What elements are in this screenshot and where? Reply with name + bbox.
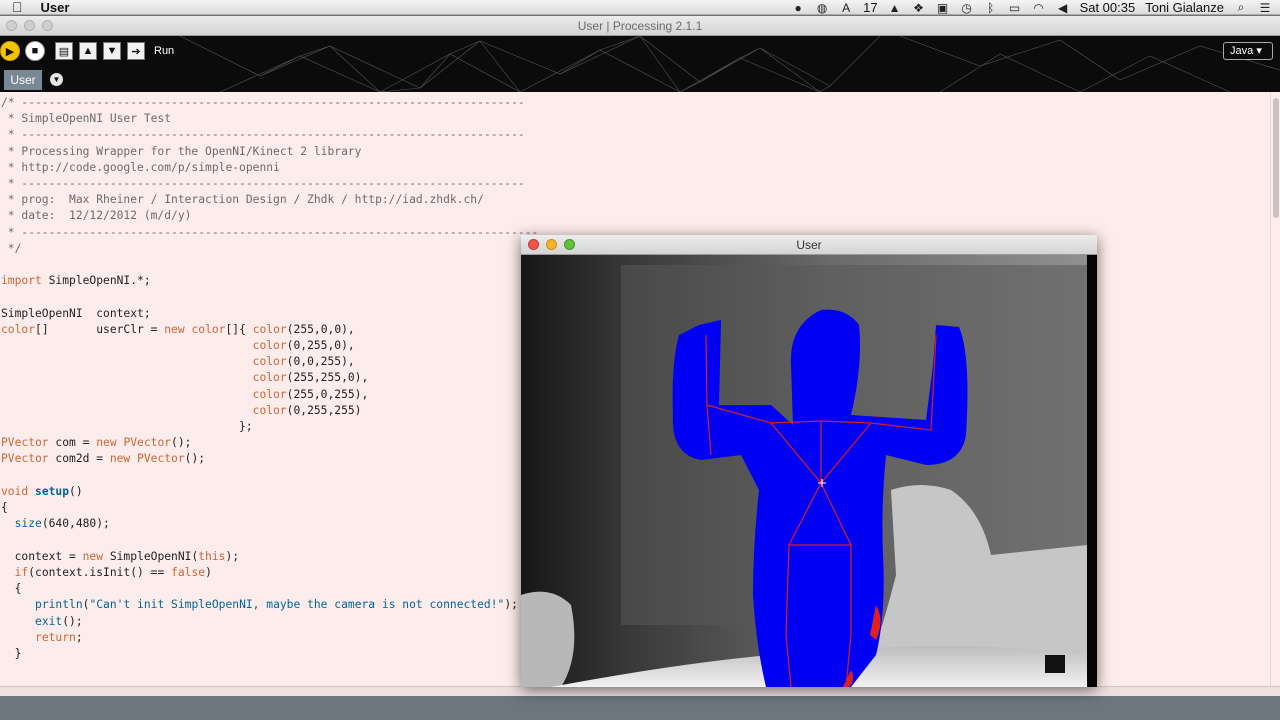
adobe-icon[interactable]: A <box>839 1 853 15</box>
time-machine-icon[interactable]: ◷ <box>960 1 974 15</box>
sketch-minimize-button[interactable] <box>546 239 557 250</box>
code-line: { <box>1 501 8 515</box>
code-line: * --------------------------------------… <box>1 177 525 191</box>
dot-icon[interactable]: ● <box>791 1 805 15</box>
canvas-edge <box>1087 255 1097 687</box>
code-line: if(context.isInit() == false) <box>14 565 212 579</box>
code-line: import SimpleOpenNI.*; <box>1 274 151 288</box>
code-line: * date: 12/12/2012 (m/d/y) <box>1 209 192 223</box>
chevron-down-icon: ▾ <box>1256 45 1262 57</box>
code-line: color(0,255,255) <box>252 403 362 417</box>
dropbox-icon[interactable]: ❖ <box>912 1 926 15</box>
code-line: color(0,255,0), <box>252 339 355 353</box>
user-name[interactable]: Toni Gialanze <box>1145 0 1224 15</box>
dark-spot <box>1045 655 1065 673</box>
sketch-titlebar: User <box>521 235 1097 255</box>
code-text[interactable]: /* -------------------------------------… <box>1 95 538 662</box>
window-title: User | Processing 2.1.1 <box>577 19 703 33</box>
export-icon[interactable]: ➔ <box>127 42 145 60</box>
code-line: * prog: Max Rheiner / Interaction Design… <box>1 193 484 207</box>
open-sketch-icon[interactable]: ▲ <box>79 42 97 60</box>
wifi-icon[interactable]: ◠ <box>1032 1 1046 15</box>
code-line: * http://code.google.com/p/simple-openni <box>1 160 280 174</box>
run-label: Run <box>154 45 175 57</box>
code-line: }; <box>1 420 253 434</box>
sketch-close-button[interactable] <box>528 239 539 250</box>
menu-bar:  User ● ◍ A 17 ▲ ❖ ▣ ◷ ᛒ ▭ ◠ ◀ Sat 00:3… <box>0 0 1280 15</box>
code-line: color(0,0,255), <box>252 355 355 369</box>
code-line: context = new SimpleOpenNI(this); <box>1 549 240 563</box>
drive-icon[interactable]: ▲ <box>888 1 902 15</box>
tab-user[interactable]: User <box>4 70 42 90</box>
code-line: /* -------------------------------------… <box>1 96 525 109</box>
code-line: * --------------------------------------… <box>1 128 525 142</box>
status-bar <box>0 686 1280 696</box>
window-controls <box>6 20 53 31</box>
code-line: */ <box>1 241 22 255</box>
mode-label: Java <box>1230 45 1254 57</box>
status-area: ● ◍ A 17 ▲ ❖ ▣ ◷ ᛒ ▭ ◠ ◀ Sat 00:35 Toni … <box>791 0 1272 15</box>
code-line: * SimpleOpenNI User Test <box>1 112 172 126</box>
globe-icon[interactable]: ◍ <box>815 1 829 15</box>
code-line: color(255,0,255), <box>252 387 369 401</box>
new-sketch-icon[interactable]: ▤ <box>55 42 73 60</box>
code-line: SimpleOpenNI context; <box>1 306 151 320</box>
code-line: PVector com = new PVector(); <box>1 436 192 450</box>
toolbar: ▶ ■ ▤ ▲ ▼ ➔ Run Java ▾ User ▼ <box>0 36 1280 92</box>
volume-icon[interactable]: ◀ <box>1056 1 1070 15</box>
sketch-zoom-button[interactable] <box>564 239 575 250</box>
console-area <box>0 696 1280 720</box>
menu-app-name[interactable]: User <box>41 0 70 15</box>
battery-count: 17 <box>863 0 878 15</box>
bluetooth-icon[interactable]: ᛒ <box>984 1 998 15</box>
close-button[interactable] <box>6 20 17 31</box>
code-line: * Processing Wrapper for the OpenNI/Kine… <box>1 144 362 158</box>
zoom-button[interactable] <box>42 20 53 31</box>
code-line: PVector com2d = new PVector(); <box>1 452 206 466</box>
camera-icon[interactable]: ▣ <box>936 1 950 15</box>
code-line: color(255,255,0), <box>252 371 369 385</box>
tab-menu-icon[interactable]: ▼ <box>50 73 63 86</box>
toolbar-background-pattern <box>179 36 1280 92</box>
vertical-scrollbar[interactable] <box>1270 92 1280 686</box>
battery-icon[interactable]: ▭ <box>1008 1 1022 15</box>
code-line: println("Can't init SimpleOpenNI, maybe … <box>35 598 518 612</box>
code-line: { <box>1 582 22 596</box>
mode-selector[interactable]: Java ▾ <box>1223 42 1273 60</box>
code-line: * --------------------------------------… <box>1 225 539 239</box>
depth-camera-canvas <box>521 255 1097 687</box>
scrollbar-thumb[interactable] <box>1273 98 1279 218</box>
code-line: void setup() <box>1 484 83 498</box>
clock[interactable]: Sat 00:35 <box>1080 0 1136 15</box>
sketch-title: User <box>796 238 822 252</box>
sketch-window: User <box>521 235 1097 687</box>
save-sketch-icon[interactable]: ▼ <box>103 42 121 60</box>
left-object <box>521 591 575 687</box>
code-line: color[] userClr = new color[]{ color(255… <box>1 322 355 336</box>
stop-button[interactable]: ■ <box>25 41 45 61</box>
code-line: } <box>1 646 22 660</box>
notification-list-icon[interactable]: ☰ <box>1258 1 1272 15</box>
window-titlebar: User | Processing 2.1.1 <box>0 16 1280 36</box>
minimize-button[interactable] <box>24 20 35 31</box>
spotlight-search-icon[interactable]: ⌕ <box>1234 0 1248 15</box>
apple-icon[interactable]:  <box>12 0 23 15</box>
code-line: return; <box>35 630 83 644</box>
run-button[interactable]: ▶ <box>0 41 20 61</box>
code-line: size(640,480); <box>14 517 110 531</box>
code-line: exit(); <box>35 614 83 628</box>
